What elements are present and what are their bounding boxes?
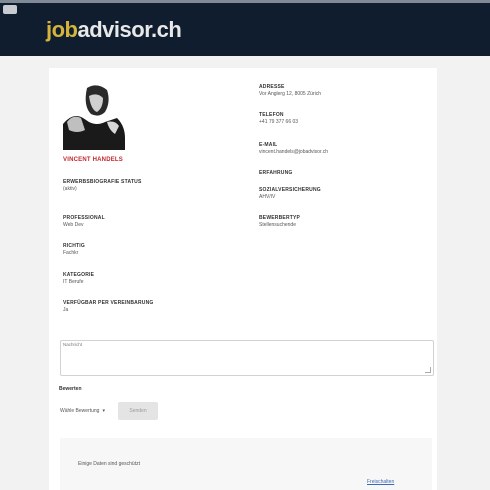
field-availability: Verfügbar per Vereinbarung Ja <box>63 300 154 314</box>
field-label: Professional <box>63 215 105 221</box>
field-label: Bewerbertyp <box>259 215 301 221</box>
field-label: Erwerbsbiografie status <box>63 179 142 185</box>
email-link[interactable]: vincent.handels@jobadvisor.ch <box>259 149 328 156</box>
field-applicant-type: Bewerbertyp Stellensuchende <box>259 215 300 229</box>
resize-handle-icon[interactable] <box>425 367 431 373</box>
field-value: IT Berufe <box>63 279 84 285</box>
site-logo[interactable]: jobadvisor.ch <box>46 17 182 43</box>
field-label: Erfahrung <box>259 170 293 176</box>
field-label: Kategorie <box>63 272 95 278</box>
field-address: Adresse Vor Anglerg 12, 8005 Zürich <box>259 84 321 98</box>
window-menu-icon[interactable] <box>3 5 17 14</box>
field-label: Sozialversicherung <box>259 187 321 193</box>
chevron-down-icon: ▾ <box>102 408 105 414</box>
unlock-link[interactable]: Freischalten <box>367 479 394 485</box>
logo-rest: advisor.ch <box>77 17 182 42</box>
message-textarea[interactable] <box>60 340 434 376</box>
field-value: Fachkr <box>63 250 79 256</box>
field-value: Vor Anglerg 12, 8005 Zürich <box>259 91 321 97</box>
rating-label: Bewerten <box>59 386 82 392</box>
field-label: Telefon <box>259 112 284 118</box>
window-top-border <box>0 0 490 3</box>
field-label: Richtig <box>63 243 85 249</box>
field-label: Verfügbar per Vereinbarung <box>63 300 154 306</box>
rating-select[interactable]: Wähle Bewertung ▾ <box>60 404 108 418</box>
send-rating-button[interactable]: Senden <box>118 402 158 420</box>
field-value: Web Dev <box>63 222 84 228</box>
field-value: AHV/IV <box>259 194 276 200</box>
field-status: Erwerbsbiografie status (aktiv) <box>63 179 142 193</box>
profile-photo <box>59 78 131 150</box>
field-value: Stellensuchende <box>259 222 296 228</box>
field-experience: Erfahrung <box>259 170 292 177</box>
field-value: +41 79 377 66 03 <box>259 119 299 125</box>
info-text: Einige Daten sind geschützt <box>78 461 140 467</box>
candidate-name: VINCENT HANDELS <box>63 157 124 163</box>
field-value: Ja <box>63 307 69 313</box>
logo-job: job <box>46 17 78 42</box>
field-profession: Professional Web Dev <box>63 215 105 229</box>
field-direction: Richtig Fachkr <box>63 243 85 257</box>
field-email: E-Mail vincent.handels@jobadvisor.ch <box>259 142 328 156</box>
field-phone: Telefon +41 79 377 66 03 <box>259 112 298 126</box>
field-label: E-Mail <box>259 142 278 148</box>
field-label: Adresse <box>259 84 285 90</box>
header-bar: jobadvisor.ch <box>0 0 490 56</box>
field-insurance: Sozialversicherung AHV/IV <box>259 187 321 201</box>
field-category: Kategorie IT Berufe <box>63 272 94 286</box>
field-value: (aktiv) <box>63 186 77 192</box>
person-avatar-icon <box>59 78 131 150</box>
rating-select-value: Wähle Bewertung <box>60 408 100 414</box>
message-label: Nachricht <box>63 342 83 347</box>
